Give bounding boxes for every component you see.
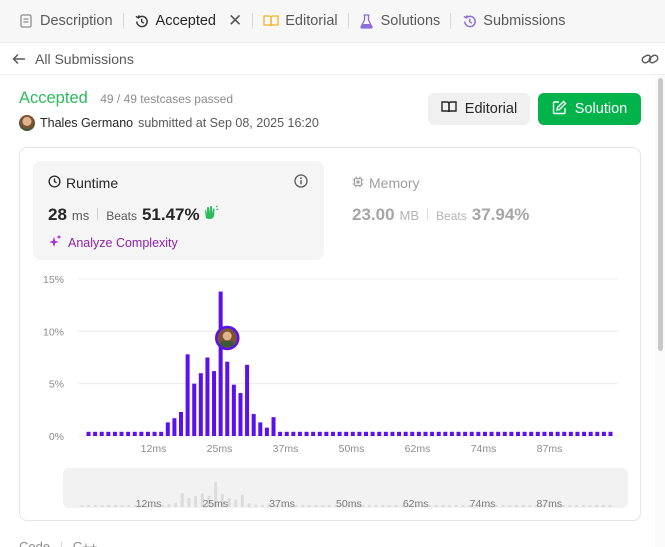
scrollbar-thumb[interactable] [658, 78, 663, 351]
tab-accepted[interactable]: Accepted ✕ [124, 0, 253, 43]
solution-button-label: Solution [574, 101, 628, 117]
chip-icon [352, 175, 364, 191]
beats-label: Beats [106, 209, 137, 223]
editorial-button[interactable]: Editorial [428, 93, 530, 125]
divider [97, 208, 99, 220]
tab-label: Description [40, 13, 113, 29]
runtime-header: Runtime [48, 175, 118, 191]
solution-button[interactable]: Solution [538, 93, 641, 125]
close-icon[interactable]: ✕ [228, 11, 242, 31]
runtime-panel[interactable]: Runtime 28 ms Beats 51.47% Analyze Compl… [33, 161, 324, 260]
tab-label: Solutions [380, 13, 441, 29]
history-icon [134, 13, 150, 29]
analyze-complexity-button[interactable]: Analyze Complexity [48, 234, 178, 251]
info-icon[interactable] [294, 174, 308, 193]
editorial-button-label: Editorial [464, 101, 518, 117]
memory-value: 23.00 [352, 205, 395, 224]
runtime-value-row: 28 ms Beats 51.47% [48, 205, 219, 225]
runtime-unit: ms [71, 208, 90, 223]
memory-label: Memory [369, 175, 420, 191]
runtime-value: 28 [48, 205, 67, 224]
clock-icon [48, 175, 61, 191]
tab-bar: Description Accepted ✕ Editorial Solutio… [0, 0, 665, 43]
tab-editorial[interactable]: Editorial [253, 0, 347, 43]
status-accepted: Accepted [19, 89, 88, 107]
tab-submissions[interactable]: Submissions [451, 0, 575, 43]
memory-value-row: 23.00 MB Beats 37.94% [352, 205, 529, 225]
sparkle-icon [48, 234, 62, 251]
tab-label: Editorial [285, 13, 338, 29]
testcases-passed: 49 / 49 testcases passed [100, 92, 233, 106]
performance-card: Runtime 28 ms Beats 51.47% Analyze Compl… [19, 147, 641, 521]
book-icon [263, 13, 279, 29]
tab-label: Submissions [483, 13, 566, 29]
description-icon [18, 13, 34, 29]
divider [427, 208, 429, 220]
memory-beats-percent: 37.94% [471, 205, 530, 224]
beats-label: Beats [436, 209, 467, 223]
analyze-complexity-label: Analyze Complexity [68, 235, 178, 250]
runtime-beats-percent: 51.47% [141, 205, 200, 224]
all-submissions-link[interactable]: All Submissions [35, 51, 134, 67]
history-icon [461, 13, 477, 29]
divider: | [59, 539, 64, 547]
language-label[interactable]: C++ [73, 539, 98, 547]
code-label: Code [19, 539, 51, 547]
book-icon [441, 100, 457, 118]
memory-header: Memory [352, 175, 420, 191]
submission-byline: Thales Germano submitted at Sep 08, 2025… [19, 115, 319, 131]
submission-status: Accepted 49 / 49 testcases passed [19, 89, 233, 108]
clap-icon [203, 205, 219, 225]
runtime-label: Runtime [66, 175, 119, 191]
username[interactable]: Thales Germano [40, 116, 133, 130]
arrow-left-icon[interactable] [12, 53, 26, 65]
link-icon[interactable] [641, 51, 659, 70]
memory-unit: MB [399, 208, 420, 223]
submitted-at: submitted at Sep 08, 2025 16:20 [138, 116, 319, 130]
flask-icon [359, 13, 375, 29]
avatar[interactable] [19, 115, 35, 131]
tab-solutions[interactable]: Solutions [349, 0, 451, 43]
code-language-row: Code | C++ [19, 539, 97, 547]
edit-icon [552, 100, 567, 119]
tab-label: Accepted [155, 13, 216, 29]
submission-subheader: All Submissions [0, 43, 665, 75]
tab-description[interactable]: Description [8, 0, 123, 43]
